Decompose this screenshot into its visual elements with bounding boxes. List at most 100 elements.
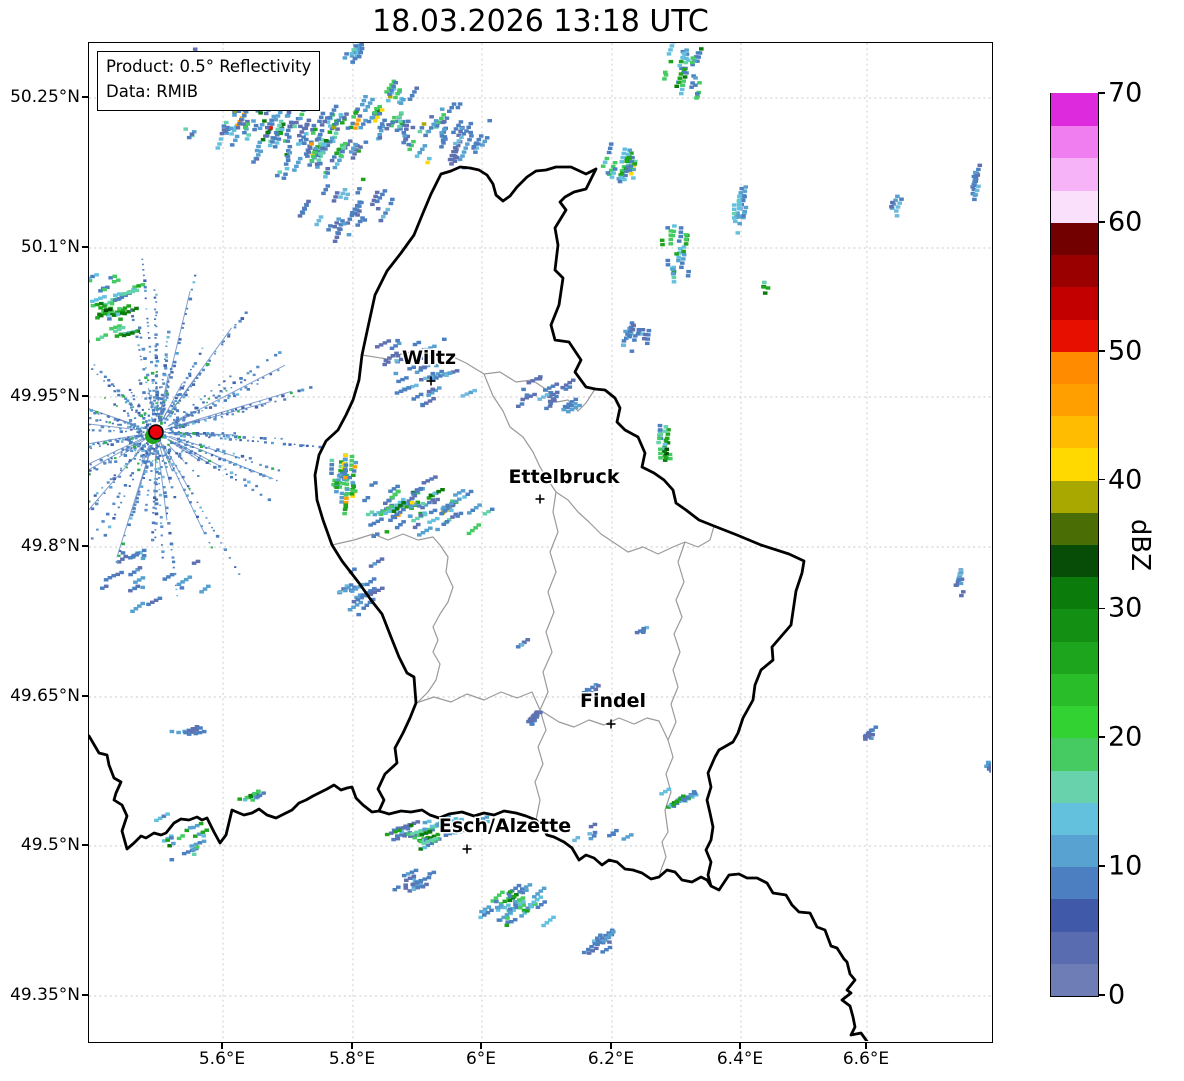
colorbar-segment	[1051, 351, 1098, 384]
colorbar-segment	[1051, 769, 1098, 803]
colorbar-tick-mark	[1098, 994, 1105, 996]
colorbar-segment	[1051, 641, 1098, 674]
echo-cluster	[297, 184, 395, 243]
colorbar-segment	[1051, 383, 1098, 417]
colorbar-segment	[1051, 673, 1098, 707]
lon-tick-mark	[739, 1043, 741, 1049]
lat-tick-label: 50.25°N	[10, 87, 80, 107]
colorbar	[1050, 93, 1099, 997]
canton-border	[658, 541, 686, 878]
lat-tick-label: 49.35°N	[10, 985, 80, 1005]
colorbar-segment	[1051, 576, 1098, 610]
city-esch-alzette: Esch/Alzette	[437, 814, 573, 854]
echo-cluster	[761, 280, 771, 295]
echo-cluster	[953, 568, 966, 598]
colorbar-segment	[1051, 125, 1098, 159]
lon-tick-label: 5.8°E	[328, 1049, 376, 1069]
colorbar-tick-label: 10	[1108, 850, 1143, 882]
lat-tick-mark	[82, 695, 88, 697]
lat-tick-mark	[82, 545, 88, 547]
map-plot-area: Wiltz Ettelbruck Findel Esch/Alzette Produc…	[88, 42, 993, 1043]
colorbar-segment	[1051, 705, 1098, 739]
colorbar-segment	[1051, 415, 1098, 449]
colorbar-segment	[1051, 963, 1098, 996]
annotation-product: Product: 0.5° Reflectivity	[106, 57, 312, 76]
belgium-france-border	[89, 734, 381, 851]
echo-cluster	[237, 789, 266, 802]
colorbar-tick-mark	[1098, 478, 1105, 481]
canton-border	[415, 691, 541, 711]
lat-tick-label: 50.1°N	[20, 237, 80, 257]
colorbar-tick-mark	[1098, 349, 1105, 352]
lon-tick-mark	[221, 1043, 223, 1049]
colorbar-segment	[1051, 479, 1098, 513]
echo-cluster	[581, 928, 616, 955]
lat-tick-mark	[82, 395, 88, 397]
echo-cluster	[329, 453, 359, 516]
echo-cluster	[342, 43, 365, 64]
lon-tick-mark	[865, 1043, 867, 1049]
echo-cluster	[100, 548, 211, 613]
lat-tick-label: 49.8°N	[20, 536, 80, 556]
echo-cluster	[362, 475, 495, 538]
lat-tick-mark	[82, 994, 88, 996]
colorbar-segment	[1051, 544, 1098, 578]
lon-tick-mark	[610, 1043, 612, 1049]
echo-cluster	[659, 787, 699, 809]
annotation-box: Product: 0.5° Reflectivity Data: RMIB	[97, 51, 321, 111]
echo-cluster	[248, 98, 366, 182]
echo-cluster	[970, 163, 983, 202]
colorbar-tick-mark	[1098, 92, 1105, 94]
colorbar-segment	[1051, 318, 1098, 352]
lon-tick-label: 6°E	[465, 1049, 497, 1069]
radar-site-dot	[148, 424, 164, 440]
colorbar-tick-mark	[1098, 607, 1105, 610]
colorbar-segment	[1051, 930, 1098, 964]
echo-cluster	[572, 822, 634, 843]
echo-cluster	[621, 321, 652, 353]
annotation-source: Data: RMIB	[106, 81, 199, 101]
colorbar-segment	[1051, 866, 1098, 900]
echo-cluster	[731, 185, 749, 235]
lon-tick-mark	[351, 1043, 353, 1049]
colorbar-tick-label: 60	[1108, 206, 1143, 238]
echo-cluster	[478, 883, 556, 928]
lon-tick-label: 6.2°E	[587, 1049, 635, 1069]
colorbar-segment	[1051, 834, 1098, 868]
colorbar-tick-mark	[1098, 220, 1105, 223]
canton-border	[331, 533, 454, 704]
echo-cluster	[384, 820, 427, 842]
colorbar-tick-label: 70	[1108, 77, 1143, 109]
lon-tick-label: 6.6°E	[842, 1049, 890, 1069]
colorbar-unit-label: dBZ	[1125, 518, 1155, 572]
canton-border	[539, 709, 669, 741]
colorbar-tick-label: 30	[1108, 592, 1143, 624]
colorbar-segment	[1051, 157, 1098, 191]
echo-cluster	[600, 142, 638, 184]
luxembourg-border	[313, 165, 806, 888]
figure-title: 18.03.2026 13:18 UTC	[372, 4, 709, 39]
echo-cluster	[169, 725, 207, 736]
colorbar-segment	[1051, 447, 1098, 481]
echo-cluster	[526, 710, 543, 726]
colorbar-segment	[1051, 737, 1098, 771]
echo-cluster	[889, 194, 904, 218]
canton-border	[534, 491, 559, 821]
colorbar-segment	[1051, 512, 1098, 545]
lat-tick-mark	[82, 844, 88, 846]
lat-tick-mark	[82, 246, 88, 248]
lon-tick-label: 6.4°E	[716, 1049, 764, 1069]
echo-cluster	[656, 423, 673, 462]
colorbar-segment	[1051, 222, 1098, 256]
colorbar-segment	[1051, 608, 1098, 642]
lat-tick-label: 49.65°N	[10, 686, 80, 706]
colorbar-tick-label: 50	[1108, 335, 1143, 367]
colorbar-segment	[1051, 190, 1098, 223]
colorbar-tick-label: 0	[1108, 979, 1126, 1011]
lon-tick-mark	[480, 1043, 482, 1049]
city-label: Findel	[580, 690, 646, 712]
lat-tick-label: 49.5°N	[20, 835, 80, 855]
city-label: Esch/Alzette	[439, 815, 571, 837]
map-canvas: Wiltz Ettelbruck Findel Esch/Alzette	[89, 43, 991, 1041]
city-label: Wiltz	[402, 347, 456, 369]
